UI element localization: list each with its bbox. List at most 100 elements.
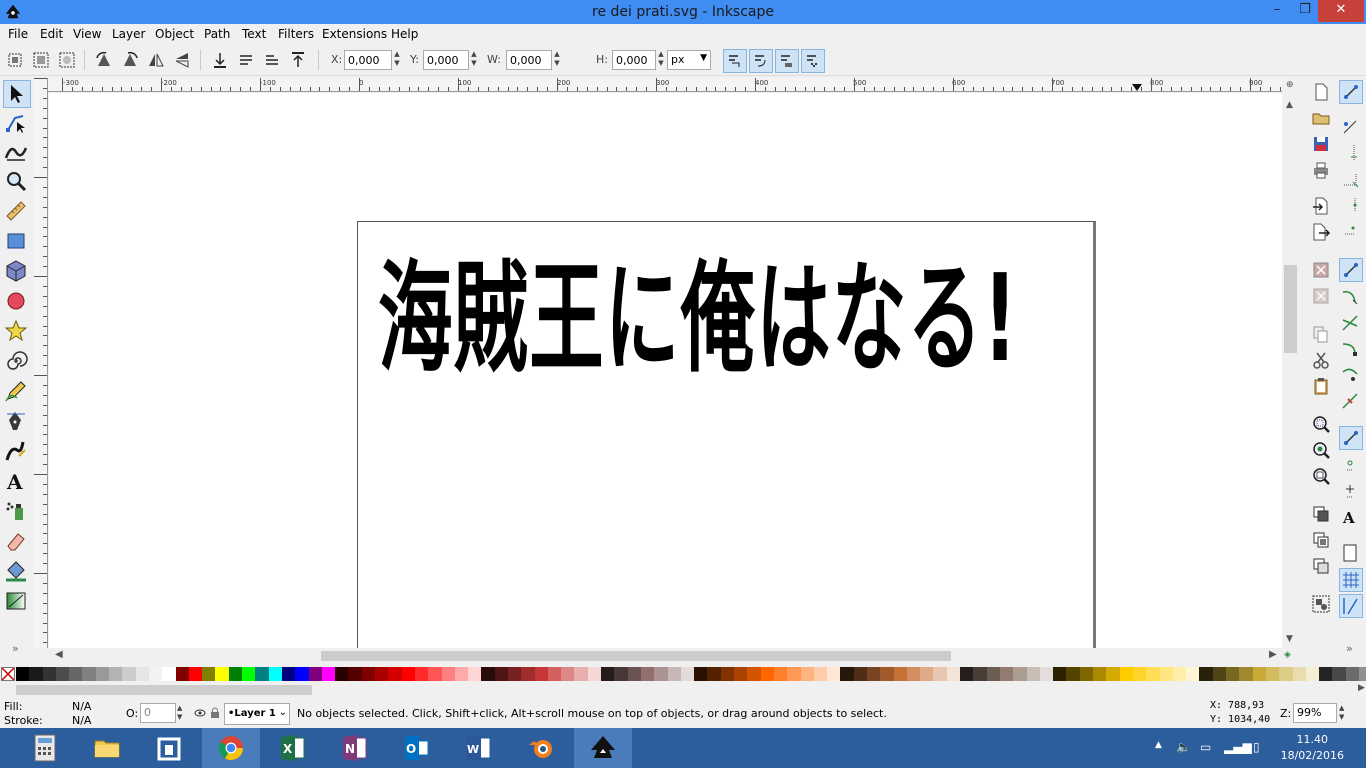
zoom-input[interactable]: 99% [1293, 703, 1337, 723]
palette-swatch[interactable] [255, 667, 269, 681]
palette-swatch[interactable] [1132, 667, 1147, 681]
palette-swatch[interactable] [361, 667, 376, 681]
rectangle-tool[interactable] [3, 228, 31, 256]
palette-swatch[interactable] [268, 667, 282, 681]
zoom-selection-button[interactable] [1311, 414, 1331, 434]
import-button[interactable] [1311, 196, 1331, 216]
palette-scroll-right-icon[interactable]: ▶ [1358, 683, 1365, 693]
menu-filters[interactable]: Filters [278, 27, 314, 41]
snap-paths-toggle[interactable] [1339, 286, 1363, 310]
palette-swatch[interactable] [720, 667, 735, 681]
taskbar-word[interactable]: W [450, 728, 508, 768]
save-button[interactable] [1311, 134, 1331, 154]
palette-swatch[interactable] [228, 667, 243, 681]
snap-nodes-toggle[interactable] [1339, 258, 1363, 282]
tray-overflow-icon[interactable]: ▲ [1155, 740, 1162, 750]
eraser-tool[interactable] [3, 528, 31, 556]
drawing-canvas[interactable]: 海賊王に俺はなる! [49, 93, 1282, 648]
scroll-down-arrow-icon[interactable]: ▼ [1286, 634, 1293, 644]
horizontal-scroll-thumb[interactable] [321, 651, 951, 661]
palette-swatch[interactable] [1265, 667, 1280, 681]
palette-swatch[interactable] [654, 667, 668, 681]
snap-others-toggle[interactable] [1339, 426, 1363, 450]
palette-swatch[interactable] [960, 667, 974, 681]
palette-swatch[interactable] [747, 667, 761, 681]
palette-swatch[interactable] [1279, 667, 1293, 681]
palette-swatch[interactable] [614, 667, 628, 681]
zoom-tool[interactable] [3, 168, 31, 196]
snap-bbox-midpoint-toggle[interactable] [1339, 194, 1363, 218]
snapbar-overflow-icon[interactable]: » [1346, 642, 1353, 655]
zoom-stepper[interactable]: ▲ ▼ [1339, 704, 1344, 722]
palette-swatch[interactable] [986, 667, 1000, 681]
h-input[interactable] [612, 50, 656, 70]
palette-swatch[interactable] [148, 667, 163, 681]
taskbar-onenote[interactable]: N [326, 728, 384, 768]
gradient-tool[interactable] [3, 588, 31, 616]
taskbar-blender[interactable] [512, 728, 570, 768]
palette-swatch[interactable] [813, 667, 828, 681]
paint-bucket-tool[interactable] [3, 558, 31, 586]
snap-line-midpoints-toggle[interactable] [1339, 390, 1363, 414]
minimize-button[interactable]: – [1262, 0, 1292, 22]
palette-swatch[interactable] [853, 667, 867, 681]
calligraphy-tool[interactable] [3, 438, 31, 466]
palette-swatch[interactable] [1305, 667, 1320, 681]
select-all-layers-button[interactable] [31, 50, 51, 70]
scale-corners-toggle[interactable] [749, 49, 773, 73]
palette-swatch[interactable] [481, 667, 495, 681]
duplicate-button[interactable] [1311, 504, 1331, 524]
x-input[interactable] [344, 50, 392, 70]
snap-guides-toggle[interactable] [1339, 594, 1363, 618]
snap-text-baseline-toggle[interactable]: A [1339, 506, 1363, 530]
palette-swatch[interactable] [920, 667, 934, 681]
redo-button[interactable] [1311, 286, 1331, 306]
palette-swatch[interactable] [547, 667, 562, 681]
palette-swatch[interactable] [414, 667, 429, 681]
snap-bbox-center-toggle[interactable] [1339, 220, 1363, 244]
palette-swatch[interactable] [933, 667, 947, 681]
palette-swatch[interactable] [880, 667, 894, 681]
palette-swatch[interactable] [1159, 667, 1173, 681]
palette-swatch[interactable] [694, 667, 708, 681]
palette-swatch[interactable] [840, 667, 854, 681]
flip-horizontal-button[interactable] [146, 50, 166, 70]
palette-swatch[interactable] [454, 667, 469, 681]
palette-swatch[interactable] [601, 667, 615, 681]
palette-swatch[interactable] [162, 667, 176, 681]
palette-swatch[interactable] [507, 667, 522, 681]
snap-cusp-nodes-toggle[interactable] [1339, 338, 1363, 362]
palette-swatch[interactable] [906, 667, 921, 681]
palette-swatch[interactable] [1026, 667, 1040, 681]
opacity-stepper[interactable]: ▲ ▼ [177, 704, 182, 722]
horizontal-scrollbar[interactable]: ◀ ▶ [49, 648, 1282, 664]
palette-swatch[interactable] [295, 667, 309, 681]
snap-grid-toggle[interactable] [1339, 568, 1363, 592]
new-document-button[interactable] [1311, 82, 1331, 102]
eye-icon[interactable] [194, 707, 206, 719]
palette-swatch[interactable] [428, 667, 442, 681]
palette-swatch[interactable] [680, 667, 695, 681]
palette-swatch[interactable] [1319, 667, 1333, 681]
palette-swatch[interactable] [188, 667, 203, 681]
rotate-cw-button[interactable] [120, 50, 140, 70]
palette-scrollbar[interactable]: ▶ [16, 683, 1365, 697]
palette-swatch[interactable] [95, 667, 110, 681]
color-management-icon[interactable]: ◈ [1284, 650, 1296, 662]
pen-tool[interactable] [3, 408, 31, 436]
spray-tool[interactable] [3, 498, 31, 526]
vertical-scrollbar[interactable]: ⊕ ▲ ▼ [1282, 78, 1299, 648]
palette-swatch[interactable] [1358, 667, 1366, 681]
text-tool[interactable]: A [3, 468, 31, 496]
scroll-left-arrow-icon[interactable]: ◀ [55, 649, 63, 660]
snap-bbox-edge-toggle[interactable] [1339, 142, 1363, 166]
palette-swatch[interactable] [468, 667, 482, 681]
h-stepper[interactable]: ▲ ▼ [656, 50, 666, 70]
battery-icon[interactable]: ▭ [1200, 740, 1211, 754]
palette-swatch[interactable] [574, 667, 588, 681]
palette-swatch[interactable] [640, 667, 655, 681]
3d-box-tool[interactable] [3, 258, 31, 286]
menu-text[interactable]: Text [242, 27, 266, 41]
taskbar-outlook[interactable]: O [388, 728, 446, 768]
snap-smooth-nodes-toggle[interactable] [1339, 364, 1363, 388]
